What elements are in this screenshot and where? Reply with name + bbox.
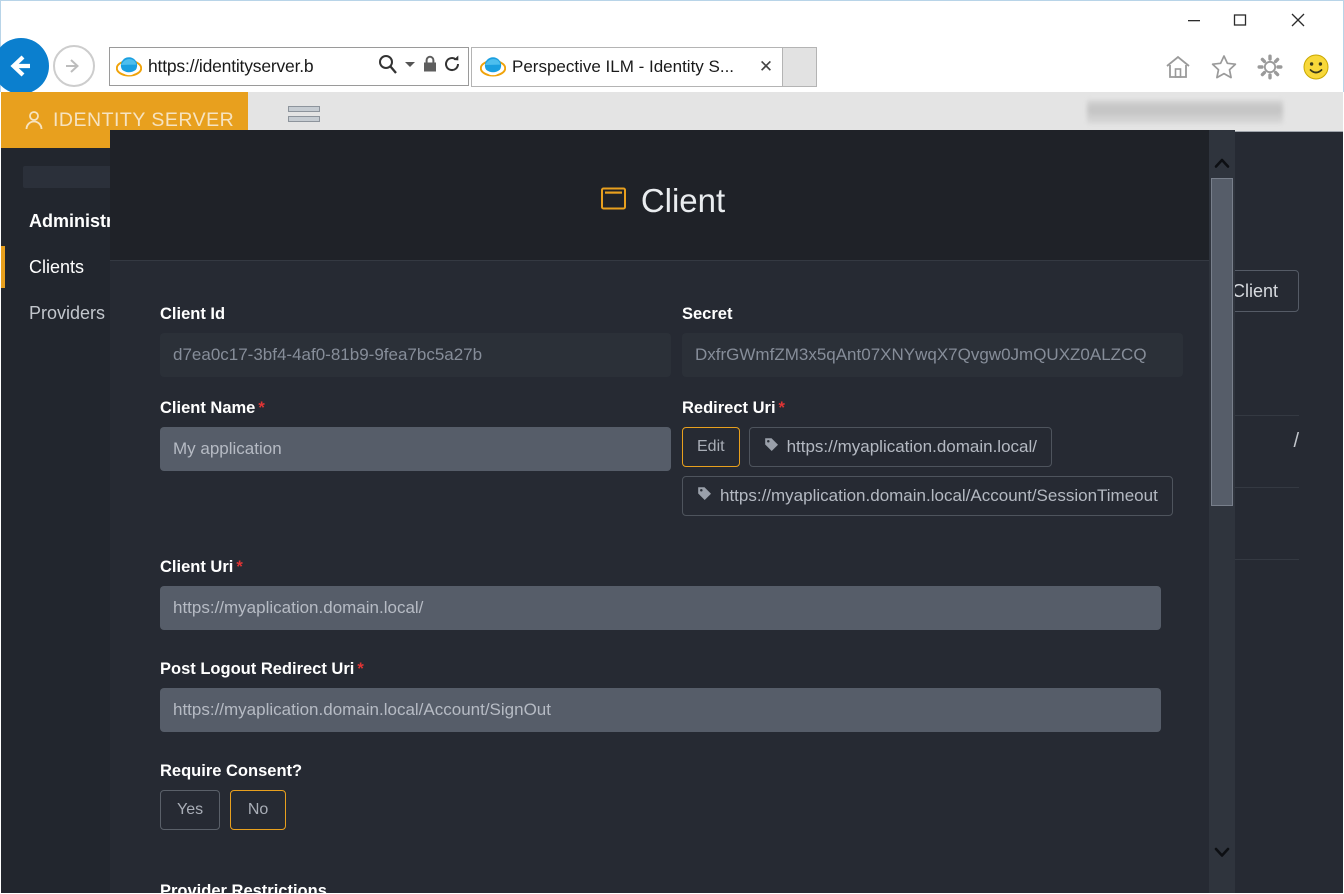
browser-back-button[interactable] bbox=[0, 38, 49, 94]
redacted-text-block bbox=[1087, 100, 1283, 124]
redirect-uri-label-text: Redirect Uri bbox=[682, 399, 776, 417]
modal-scrollbar[interactable] bbox=[1209, 130, 1235, 893]
new-tab-button[interactable] bbox=[783, 47, 817, 87]
post-logout-redirect-uri-label-text: Post Logout Redirect Uri bbox=[160, 660, 355, 678]
required-marker: * bbox=[258, 399, 265, 417]
home-icon[interactable] bbox=[1159, 48, 1197, 86]
client-uri-label: Client Uri * bbox=[160, 558, 1183, 577]
required-marker: * bbox=[236, 558, 243, 576]
modal-title: Client bbox=[640, 182, 726, 219]
scrollbar-thumb[interactable] bbox=[1211, 178, 1233, 506]
feedback-smiley-icon[interactable] bbox=[1297, 48, 1335, 86]
browser-navbar: https://identityserver.b Perspective ILM… bbox=[0, 33, 1344, 94]
client-name-input[interactable]: My application bbox=[160, 427, 671, 471]
internet-explorer-icon bbox=[116, 56, 142, 77]
sidebar-brand-label: IDENTITY SERVER bbox=[53, 108, 235, 131]
client-form: Client Id d7ea0c17-3bf4-4af0-81b9-9fea7b… bbox=[160, 305, 1183, 852]
post-logout-redirect-uri-label: Post Logout Redirect Uri * bbox=[160, 660, 1183, 679]
redirect-uri-tag-label: https://myaplication.domain.local/Accoun… bbox=[720, 486, 1158, 505]
require-consent-no-label: No bbox=[247, 801, 269, 818]
browser-forward-button[interactable] bbox=[53, 45, 95, 87]
required-marker: * bbox=[357, 660, 364, 678]
require-consent-yes-button[interactable]: Yes bbox=[160, 790, 221, 830]
client-name-placeholder: My application bbox=[173, 439, 282, 458]
redirect-uri-edit-button[interactable]: Edit bbox=[682, 427, 740, 467]
minimize-icon bbox=[1188, 20, 1200, 22]
secret-label: Secret bbox=[682, 305, 733, 323]
field-redirect-uri: Redirect Uri * Edit https://myaplication… bbox=[682, 399, 1183, 516]
modal-header: Client bbox=[110, 130, 1235, 261]
scroll-up-icon[interactable] bbox=[1209, 150, 1235, 176]
provider-restrictions-label: Provider Restrictions bbox=[160, 882, 327, 893]
redirect-uri-tag[interactable]: https://myaplication.domain.local/ bbox=[748, 427, 1052, 467]
address-bar[interactable]: https://identityserver.b bbox=[109, 47, 469, 86]
modal-title-wrap: Client bbox=[600, 182, 725, 220]
field-client-name: Client Name * My application bbox=[160, 399, 671, 516]
window-icon bbox=[600, 185, 627, 217]
search-icon[interactable] bbox=[377, 53, 399, 80]
internet-explorer-icon bbox=[480, 57, 506, 77]
client-uri-placeholder: https://myaplication.domain.local/ bbox=[173, 598, 424, 617]
require-consent-toggle-group: Yes No bbox=[160, 790, 1183, 830]
secret-input[interactable]: DxfrGWmfZM3x5qAnt07XNYwqX7Qvgw0JmQUXZ0AL… bbox=[682, 333, 1183, 377]
refresh-icon[interactable] bbox=[442, 54, 462, 79]
sidebar-item-label: Providers bbox=[29, 302, 106, 323]
field-client-id: Client Id d7ea0c17-3bf4-4af0-81b9-9fea7b… bbox=[160, 305, 671, 377]
redirect-uri-tag-label: https://myaplication.domain.local/ bbox=[786, 437, 1037, 456]
tag-icon bbox=[764, 437, 779, 457]
required-marker: * bbox=[778, 399, 785, 417]
client-uri-label-text: Client Uri bbox=[160, 558, 234, 576]
close-icon bbox=[1291, 13, 1305, 27]
browser-chrome: https://identityserver.b Perspective ILM… bbox=[0, 0, 1344, 94]
client-id-value: d7ea0c17-3bf4-4af0-81b9-9fea7bc5a27b bbox=[173, 345, 483, 364]
favorites-star-icon[interactable] bbox=[1205, 48, 1243, 86]
app-page: IDENTITY SERVER Administration Clients P… bbox=[1, 92, 1343, 893]
field-post-logout-redirect-uri: Post Logout Redirect Uri * https://myapli… bbox=[160, 660, 1183, 732]
field-secret: Secret DxfrGWmfZM3x5qAnt07XNYwqX7Qvgw0Jm… bbox=[682, 305, 1183, 377]
require-consent-no-button[interactable]: No bbox=[230, 790, 287, 830]
lock-icon bbox=[421, 54, 439, 79]
background-text-snippet: / bbox=[1293, 430, 1299, 452]
scroll-down-icon[interactable] bbox=[1209, 839, 1235, 865]
require-consent-label: Require Consent? bbox=[160, 762, 303, 780]
redirect-uri-tags: Edit https://myaplication.domain.local/ bbox=[682, 427, 1183, 516]
tab-close-icon[interactable]: ✕ bbox=[756, 57, 776, 77]
tag-icon bbox=[697, 486, 712, 506]
client-id-input[interactable]: d7ea0c17-3bf4-4af0-81b9-9fea7bc5a27b bbox=[160, 333, 671, 377]
user-icon bbox=[23, 109, 45, 131]
redirect-uri-edit-label: Edit bbox=[697, 438, 725, 455]
require-consent-yes-label: Yes bbox=[177, 801, 204, 818]
client-uri-input[interactable]: https://myaplication.domain.local/ bbox=[160, 586, 1161, 630]
field-require-consent: Require Consent? Yes No bbox=[160, 762, 1183, 830]
redirect-uri-label: Redirect Uri * bbox=[682, 399, 1183, 418]
field-client-uri: Client Uri * https://myaplication.domain.… bbox=[160, 558, 1183, 630]
chevron-down-icon[interactable] bbox=[402, 56, 418, 77]
client-modal: Client Client Id d7ea0c17-3bf4-4af0-81b9… bbox=[110, 130, 1235, 893]
post-logout-redirect-uri-input[interactable]: https://myaplication.domain.local/Accoun… bbox=[160, 688, 1161, 732]
browser-tab-title: Perspective ILM - Identity S... bbox=[512, 57, 735, 76]
hamburger-line bbox=[288, 116, 320, 122]
back-arrow-icon bbox=[10, 55, 30, 77]
browser-toolbar-icons bbox=[1159, 47, 1335, 87]
browser-tab[interactable]: Perspective ILM - Identity S... ✕ bbox=[471, 47, 783, 87]
client-name-label: Client Name * bbox=[160, 399, 671, 418]
address-bar-url: https://identityserver.b bbox=[148, 56, 314, 76]
maximize-icon bbox=[1233, 14, 1247, 26]
client-name-label-text: Client Name bbox=[160, 399, 256, 417]
secret-value: DxfrGWmfZM3x5qAnt07XNYwqX7Qvgw0JmQUXZ0AL… bbox=[695, 345, 1147, 364]
background-client-button-label: Client bbox=[1231, 280, 1278, 301]
forward-arrow-icon bbox=[66, 59, 79, 73]
sidebar-item-label: Clients bbox=[29, 256, 85, 277]
modal-body: Client Id d7ea0c17-3bf4-4af0-81b9-9fea7b… bbox=[110, 261, 1235, 893]
settings-gear-icon[interactable] bbox=[1251, 48, 1289, 86]
redirect-uri-tag[interactable]: https://myaplication.domain.local/Accoun… bbox=[682, 476, 1173, 516]
client-id-label: Client Id bbox=[160, 305, 226, 323]
hamburger-line bbox=[288, 106, 320, 112]
post-logout-redirect-uri-placeholder: https://myaplication.domain.local/Accoun… bbox=[173, 700, 551, 719]
app-topbar bbox=[248, 92, 1343, 132]
hamburger-menu-icon[interactable] bbox=[288, 106, 320, 126]
